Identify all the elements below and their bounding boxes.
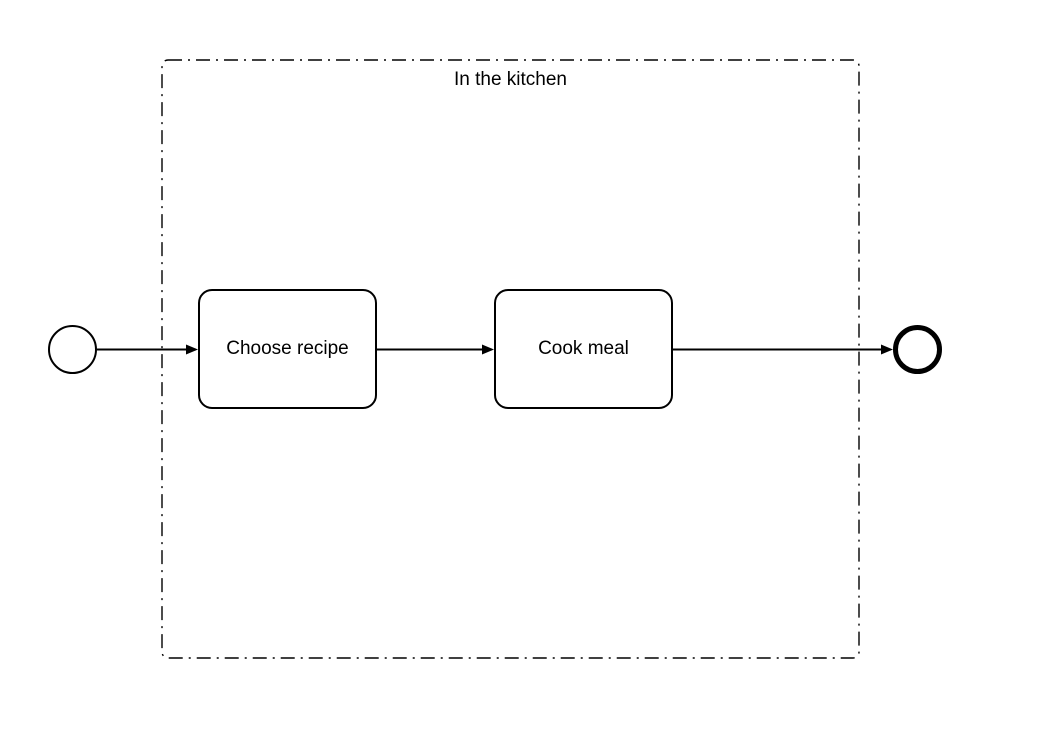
group-label: In the kitchen xyxy=(454,69,567,91)
end-event[interactable] xyxy=(893,325,942,374)
task-label: Choose recipe xyxy=(226,337,349,362)
task-label: Cook meal xyxy=(538,337,629,362)
start-event[interactable] xyxy=(48,325,97,374)
task-choose-recipe[interactable]: Choose recipe xyxy=(198,289,377,409)
diagram-canvas: In the kitchen Choose recipe Cook meal xyxy=(0,0,1042,746)
task-cook-meal[interactable]: Cook meal xyxy=(494,289,673,409)
